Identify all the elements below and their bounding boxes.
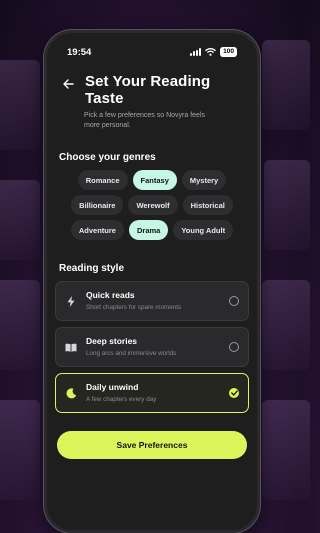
radio-button[interactable] — [229, 296, 239, 306]
page-title: Set Your Reading Taste — [85, 73, 211, 107]
genre-chip-young-adult[interactable]: Young Adult — [173, 220, 234, 240]
status-time: 19:54 — [67, 46, 92, 58]
status-bar: 19:54 100 — [67, 45, 237, 59]
genre-chip-drama[interactable]: Drama — [128, 220, 169, 240]
genre-chip-mystery[interactable]: Mystery — [181, 170, 227, 190]
style-option-desc: Short chapters for spare moments — [86, 304, 182, 311]
radio-button[interactable] — [229, 342, 239, 352]
genre-chip-adventure[interactable]: Adventure — [70, 220, 124, 240]
genre-row: Adventure Drama Young Adult — [55, 220, 249, 240]
background-book-cover — [0, 400, 40, 500]
save-preferences-button[interactable]: Save Preferences — [57, 431, 247, 459]
wifi-icon — [205, 48, 217, 56]
reading-style-options: Quick reads Short chapters for spare mom… — [55, 281, 249, 419]
app-screen: 19:54 100 Set Your Reading Taste Pick a … — [47, 33, 257, 530]
genre-chip-fantasy[interactable]: Fantasy — [132, 170, 177, 190]
page-subtitle: Pick a few preferences so Novyra feels m… — [84, 112, 205, 129]
genre-chip-romance[interactable]: Romance — [77, 170, 128, 190]
battery-icon: 100 — [220, 47, 237, 57]
background-book-cover — [264, 160, 310, 250]
genres-section-title: Choose your genres — [59, 152, 156, 163]
style-option-quick-reads[interactable]: Quick reads Short chapters for spare mom… — [55, 281, 249, 321]
style-option-desc: Long arcs and immersive worlds — [86, 350, 177, 357]
background-book-cover — [0, 280, 40, 370]
genre-row: Romance Fantasy Mystery — [55, 170, 249, 190]
page-header: Set Your Reading Taste — [59, 73, 247, 107]
background-book-cover — [262, 400, 310, 500]
arrow-left-icon — [62, 79, 74, 89]
style-option-title: Daily unwind — [86, 382, 139, 392]
background-book-cover — [262, 280, 310, 370]
style-option-daily-unwind[interactable]: Daily unwind A few chapters every day — [55, 373, 249, 413]
genre-chip-historical[interactable]: Historical — [182, 195, 233, 215]
genre-chip-billionaire[interactable]: Billionaire — [71, 195, 124, 215]
radio-button-checked[interactable] — [229, 388, 239, 398]
phone-frame: 19:54 100 Set Your Reading Taste Pick a … — [44, 30, 260, 533]
background-book-cover — [0, 180, 40, 260]
style-option-desc: A few chapters every day — [86, 396, 157, 403]
signal-icon — [190, 48, 202, 56]
genre-chip-werewolf[interactable]: Werewolf — [128, 195, 178, 215]
style-option-title: Quick reads — [86, 290, 135, 300]
back-button[interactable] — [59, 75, 77, 93]
checkmark-icon — [230, 390, 238, 396]
genre-chips: Romance Fantasy Mystery Billionaire Were… — [55, 170, 249, 245]
style-option-title: Deep stories — [86, 336, 138, 346]
reading-style-section-title: Reading style — [59, 263, 125, 274]
background-book-cover — [0, 60, 40, 150]
moon-icon — [65, 387, 77, 399]
genre-row: Billionaire Werewolf Historical — [55, 195, 249, 215]
book-icon — [65, 341, 77, 353]
lightning-icon — [65, 295, 77, 307]
style-option-deep-stories[interactable]: Deep stories Long arcs and immersive wor… — [55, 327, 249, 367]
background-book-cover — [262, 40, 310, 130]
